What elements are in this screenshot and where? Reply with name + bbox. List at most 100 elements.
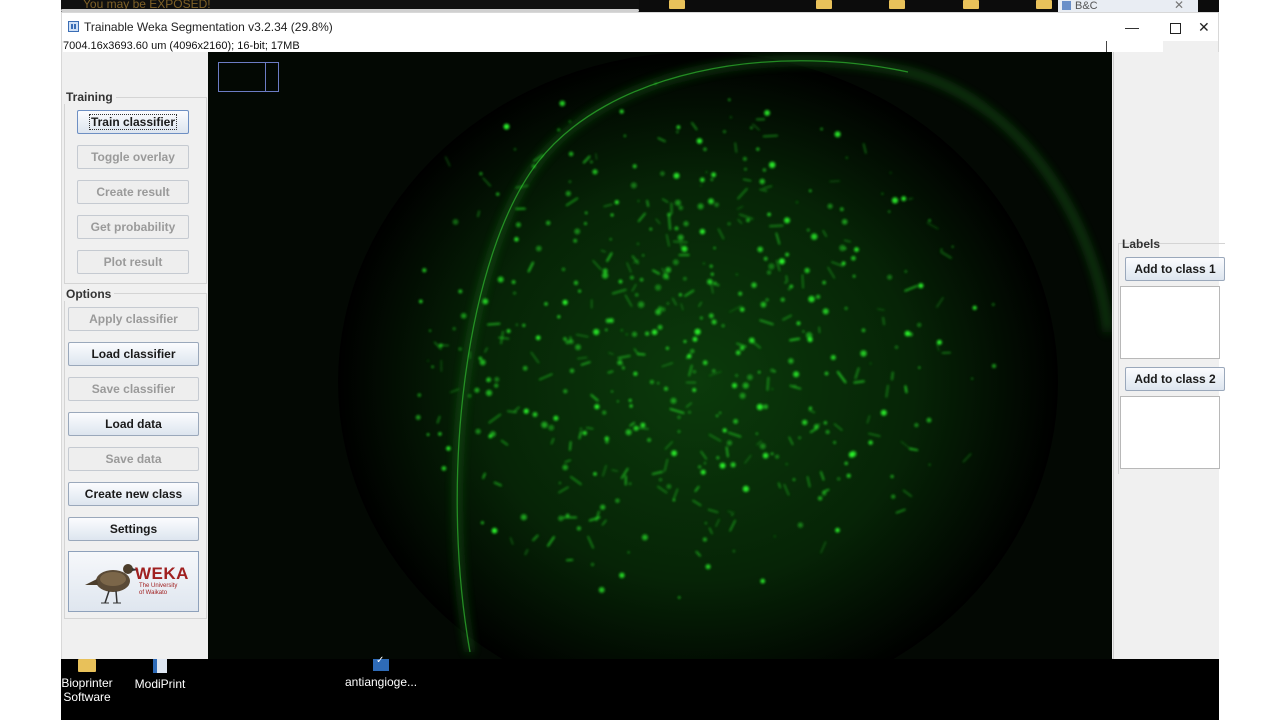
train-classifier-label: Train classifier [88,114,178,130]
fluorescent-speck [568,151,574,157]
vessel-segment [637,353,646,356]
fluorescent-speck [918,283,924,289]
title-bar[interactable]: Trainable Weka Segmentation v3.2.34 (29.… [62,13,1218,41]
fluorescent-speck [458,347,462,351]
fluorescent-speck [629,404,633,408]
add-to-class-1-button[interactable]: Add to class 1 [1125,257,1225,281]
fluorescent-speck [830,355,836,360]
train-classifier-button[interactable]: Train classifier [77,110,189,134]
fluorescent-speck [604,436,609,441]
fluorescent-speck [576,526,581,531]
fluorescent-speck [796,321,801,326]
apply-classifier-button[interactable]: Apply classifier [68,307,199,331]
fluorescent-speck [888,210,891,213]
fluorescent-speck [452,219,459,225]
fluorescent-speck [780,297,785,302]
fluorescent-speck [431,365,434,368]
add-to-class-2-button[interactable]: Add to class 2 [1125,367,1225,391]
desktop-icon-modiprint[interactable]: ModiPrint [130,659,190,691]
load-classifier-button[interactable]: Load classifier [68,342,199,366]
zoom-indicator[interactable] [218,62,279,92]
fluorescent-speck [522,323,526,327]
fluorescent-speck [827,203,833,209]
fluorescent-speck [562,299,568,305]
minimize-button[interactable]: — [1112,15,1152,39]
load-data-button[interactable]: Load data [68,412,199,436]
close-icon[interactable]: ✕ [1174,0,1184,11]
fluorescent-speck [531,164,536,169]
fluorescent-speck [768,263,775,270]
fluorescent-speck [918,366,921,369]
fluorescent-speck [671,450,677,457]
fluorescent-speck [817,496,823,501]
fluorescent-speck [787,287,791,291]
fluorescent-speck [844,461,848,465]
fluorescent-speck [750,126,753,130]
fluorescent-speck [494,383,499,388]
folder-icon [669,0,685,9]
fluorescent-speck [972,305,977,310]
class-1-trace-list[interactable] [1120,286,1220,359]
close-button[interactable]: ✕ [1198,15,1220,39]
fluorescent-speck [475,428,481,435]
fluorescent-speck [460,313,467,319]
fluorescent-speck [846,473,851,478]
fluorescent-speck [479,172,483,176]
fluorescent-speck [928,219,931,222]
imagej-icon [1062,1,1071,10]
toggle-overlay-button[interactable]: Toggle overlay [77,145,189,169]
fluorescent-speck [683,277,687,281]
fluorescent-speck [769,161,776,169]
image-info-line: 7004.16x3693.60 um (4096x2160); 16-bit; … [63,41,1163,52]
desktop-icon-antiangiogenic[interactable]: antiangioge... [343,655,419,689]
fluorescent-speck [670,397,677,404]
fluorescent-speck [690,349,695,354]
settings-button[interactable]: Settings [68,517,199,541]
fluorescent-speck [841,261,846,266]
fluorescent-speck [796,201,798,204]
fluorescent-speck [702,262,705,265]
save-classifier-button[interactable]: Save classifier [68,377,199,401]
fluorescent-speck [844,306,848,310]
desktop-icon-bioprinter[interactable]: Bioprinter Software [61,659,113,704]
fluorescent-speck [568,180,572,183]
background-window-tab[interactable]: B&C ✕ [1058,0,1198,12]
fluorescent-speck [678,205,684,211]
fluorescent-speck [739,307,745,312]
weka-logo-button[interactable]: WEKA The University of Waikato [68,551,199,612]
fluorescent-speck [716,283,720,287]
fluorescent-speck [802,330,805,333]
fluorescent-speck [705,564,711,570]
fluorescent-speck [660,171,665,176]
fluorescent-speck [665,267,672,273]
fluorescent-speck [419,299,423,304]
fluorescent-speck [452,327,456,331]
fluorescent-speck [710,272,714,276]
maximize-button[interactable] [1155,15,1195,39]
vessel-segment [907,197,914,200]
create-result-button[interactable]: Create result [77,180,189,204]
fluorescent-speck [700,184,702,187]
fluorescent-speck [713,247,716,249]
fluorescent-speck [642,254,645,257]
maximize-icon [1169,22,1181,34]
fluorescent-speck [558,515,564,521]
fluorescent-speck [936,339,942,345]
save-data-button[interactable]: Save data [68,447,199,471]
fluorescent-speck [841,219,848,225]
fluorescent-speck [482,298,489,305]
fluorescent-speck [746,218,750,223]
plot-result-button[interactable]: Plot result [77,250,189,274]
fluorescent-speck [765,298,769,302]
image-canvas[interactable] [208,52,1112,659]
fluorescent-speck [756,147,760,151]
window-title: Trainable Weka Segmentation v3.2.34 (29.… [84,20,333,34]
get-probability-button[interactable]: Get probability [77,215,189,239]
fluorescent-speck [584,222,587,225]
fluorescent-speck [775,454,779,459]
class-2-trace-list[interactable] [1120,396,1220,469]
fluorescent-speck [692,370,696,374]
create-new-class-button[interactable]: Create new class [68,482,199,506]
fluorescent-speck [861,328,866,333]
fluorescent-speck [703,147,707,151]
